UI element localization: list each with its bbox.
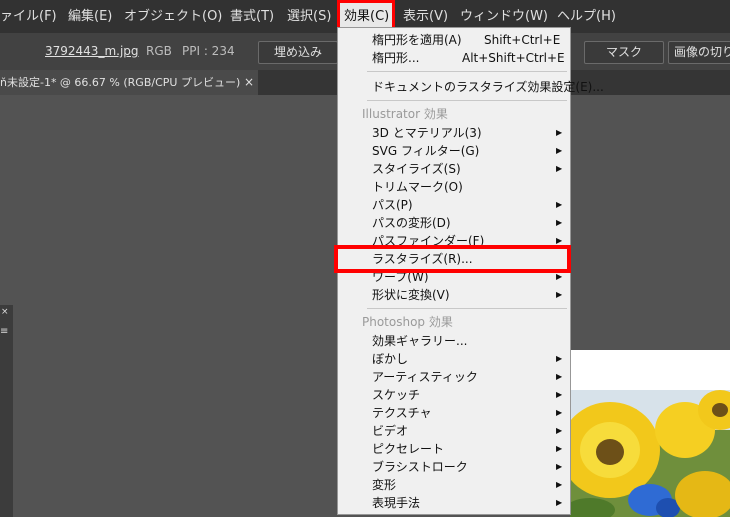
document-tab-title: ň未設定-1* @ 66.67 % (RGB/CPU プレビュー) xyxy=(0,76,240,89)
color-mode-label: RGB xyxy=(146,44,172,58)
menu-item-distort[interactable]: 変形 ▶ xyxy=(338,476,572,494)
menu-separator xyxy=(367,71,567,72)
menu-item-artistic[interactable]: アーティスティック ▶ xyxy=(338,368,572,386)
menu-object[interactable]: オブジェクト(O) xyxy=(124,0,222,33)
menu-item-shortcut: Shift+Ctrl+E xyxy=(484,33,561,47)
menu-item-apply-ellipse[interactable]: 楕円形を適用(A) Shift+Ctrl+E xyxy=(338,31,572,49)
menu-item-blur[interactable]: ぼかし ▶ xyxy=(338,350,572,368)
menu-item-label: ビデオ xyxy=(372,424,409,438)
menu-section-illustrator-effects: Illustrator 効果 xyxy=(338,105,572,123)
placed-sunflower-image[interactable] xyxy=(570,390,730,517)
menu-separator xyxy=(367,308,567,309)
submenu-arrow-icon: ▶ xyxy=(556,372,563,381)
menu-item-svg-filters[interactable]: SVG フィルター(G) ▶ xyxy=(338,142,572,160)
submenu-arrow-icon: ▶ xyxy=(556,146,563,155)
submenu-arrow-icon: ▶ xyxy=(556,164,563,173)
submenu-arrow-icon: ▶ xyxy=(556,218,563,227)
menu-edit[interactable]: 編集(E) xyxy=(68,0,112,33)
close-tab-icon[interactable]: × xyxy=(244,70,254,95)
menu-item-trim-marks[interactable]: トリムマーク(O) xyxy=(338,178,572,196)
menu-item-label: アーティスティック xyxy=(372,370,478,384)
menu-item-label: 変形 xyxy=(372,478,397,492)
menu-item-path[interactable]: パス(P) ▶ xyxy=(338,196,572,214)
menu-item-label: ブラシストローク xyxy=(372,460,468,474)
menu-item-label: テクスチャ xyxy=(372,406,432,420)
submenu-arrow-icon: ▶ xyxy=(556,408,563,417)
submenu-arrow-icon: ▶ xyxy=(556,444,563,453)
menu-item-texture[interactable]: テクスチャ ▶ xyxy=(338,404,572,422)
menu-item-label: ピクセレート xyxy=(372,442,445,456)
menu-item-ellipse[interactable]: 楕円形... Alt+Shift+Ctrl+E xyxy=(338,49,572,67)
menu-item-shortcut: Alt+Shift+Ctrl+E xyxy=(462,51,565,65)
menu-item-distort-transform[interactable]: パスの変形(D) ▶ xyxy=(338,214,572,232)
menu-item-label: 楕円形... xyxy=(372,51,420,65)
menu-item-label: スケッチ xyxy=(372,388,421,402)
menu-item-brush-strokes[interactable]: ブラシストローク ▶ xyxy=(338,458,572,476)
menu-item-sketch[interactable]: スケッチ ▶ xyxy=(338,386,572,404)
menu-separator xyxy=(367,100,567,101)
submenu-arrow-icon: ▶ xyxy=(556,128,563,137)
panel-close-icon[interactable]: × xyxy=(1,306,9,318)
submenu-arrow-icon: ▶ xyxy=(556,498,563,507)
menu-section-photoshop-effects: Photoshop 効果 xyxy=(338,313,572,331)
submenu-arrow-icon: ▶ xyxy=(556,480,563,489)
linked-file-name[interactable]: 3792443_m.jpg xyxy=(45,33,139,70)
menu-item-3d-materials[interactable]: 3D とマテリアル(3) ▶ xyxy=(338,124,572,142)
submenu-arrow-icon: ▶ xyxy=(556,200,563,209)
ppi-label: PPI : 234 xyxy=(182,44,235,58)
menu-item-stylize[interactable]: スタイライズ(S) ▶ xyxy=(338,160,572,178)
menu-item-label: ぼかし xyxy=(372,352,409,366)
rasterize-highlight-box xyxy=(334,245,571,273)
menu-item-stylize-photoshop[interactable]: 表現手法 ▶ xyxy=(338,494,572,512)
mask-button[interactable]: マスク xyxy=(584,41,664,64)
menu-item-label: パス(P) xyxy=(372,198,413,212)
menu-item-document-raster-settings[interactable]: ドキュメントのラスタライズ効果設定(E)... xyxy=(338,78,604,96)
menu-section-label: Illustrator 効果 xyxy=(362,107,448,121)
panel-menu-icon[interactable]: ≡ xyxy=(0,326,8,338)
sunflower-photo xyxy=(570,390,730,517)
menu-select[interactable]: 選択(S) xyxy=(287,0,331,33)
menu-item-label: ドキュメントのラスタライズ効果設定(E)... xyxy=(372,80,604,94)
submenu-arrow-icon: ▶ xyxy=(556,462,563,471)
menu-item-label: トリムマーク(O) xyxy=(372,180,463,194)
submenu-arrow-icon: ▶ xyxy=(556,354,563,363)
menu-item-label: 3D とマテリアル(3) xyxy=(372,126,482,140)
menu-item-pixelate[interactable]: ピクセレート ▶ xyxy=(338,440,572,458)
crop-image-button[interactable]: 画像の切り xyxy=(668,41,730,64)
menu-file[interactable]: ァイル(F) xyxy=(0,0,57,33)
menu-item-label: 表現手法 xyxy=(372,496,421,510)
menu-type[interactable]: 書式(T) xyxy=(230,0,274,33)
menu-item-label: 形状に変換(V) xyxy=(372,288,450,302)
menu-item-label: パスの変形(D) xyxy=(372,216,451,230)
menu-item-label: 楕円形を適用(A) xyxy=(372,33,462,47)
menu-item-video[interactable]: ビデオ ▶ xyxy=(338,422,572,440)
menu-item-label: 効果ギャラリー... xyxy=(372,334,468,348)
menu-item-effect-gallery[interactable]: 効果ギャラリー... xyxy=(338,332,572,350)
menu-item-convert-to-shape[interactable]: 形状に変換(V) ▶ xyxy=(338,286,572,304)
submenu-arrow-icon: ▶ xyxy=(556,290,563,299)
menu-section-label: Photoshop 効果 xyxy=(362,315,453,329)
menu-item-label: スタイライズ(S) xyxy=(372,162,461,176)
menu-item-label: SVG フィルター(G) xyxy=(372,144,480,158)
submenu-arrow-icon: ▶ xyxy=(556,426,563,435)
embed-button[interactable]: 埋め込み xyxy=(258,41,338,64)
submenu-arrow-icon: ▶ xyxy=(556,390,563,399)
